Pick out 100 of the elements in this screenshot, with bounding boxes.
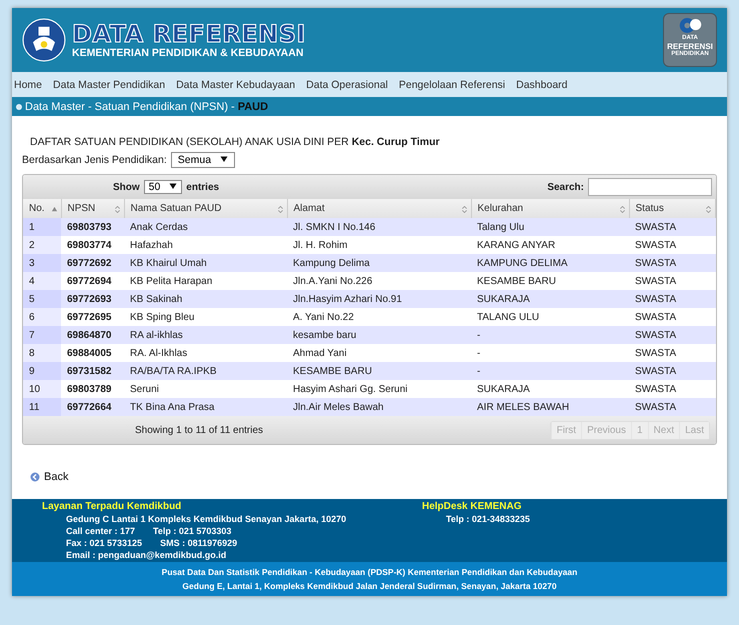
breadcrumb-current: PAUD <box>238 100 268 112</box>
caret-icon <box>220 155 228 163</box>
footer-text: Gedung E, Lantai 1, Kompleks Kemdikbud Jalan Jenderal Sudirman, Senayan, Jakarta 10270 <box>182 581 557 591</box>
footer-item: Email : pengaduan@kemdikbud.go.id <box>66 550 226 560</box>
length-label: entries <box>186 182 220 192</box>
table-cell: 69884005 <box>61 344 124 362</box>
nav-link[interactable]: Dashboard <box>516 78 568 90</box>
column-header[interactable]: Alamat <box>287 199 471 218</box>
column-header[interactable]: NPSN <box>61 199 124 218</box>
table-cell: 69803774 <box>61 236 124 254</box>
table-cell: 69772694 <box>61 272 124 290</box>
table-cell: 69864870 <box>61 326 124 344</box>
table-cell: TALANG ULU <box>471 308 629 326</box>
site-subtitle: KEMENTERIAN PENDIDIKAN & KEBUDAYAAN <box>72 47 304 59</box>
table-cell: Anak Cerdas <box>124 218 287 236</box>
footer-text: Pusat Data Dan Statistik Pendidikan - Kebudayaan (PDSP-K) Kementerian Pendidikan dan Kebudayaan <box>162 567 578 577</box>
table-cell: KB Sakinah <box>124 290 287 308</box>
table-cell: KESAMBE BARU <box>287 362 471 380</box>
table-cell: Jln.Air Meles Bawah <box>287 398 471 416</box>
footer-item: SMS : 0811976929 <box>160 538 238 548</box>
table-cell: 69772693 <box>61 290 124 308</box>
table-cell: KB Khairul Umah <box>124 254 287 272</box>
table-cell: KARANG ANYAR <box>471 236 629 254</box>
table-cell: KB Sping Bleu <box>124 308 287 326</box>
table-cell: RA/BA/TA RA.IPKB <box>124 362 287 380</box>
table-cell: SWASTA <box>629 326 716 344</box>
length-label: Show <box>113 182 140 192</box>
table-cell: SWASTA <box>629 308 716 326</box>
table-cell: 69803793 <box>61 218 124 236</box>
table-cell: Jl. SMKN I No.146 <box>287 218 471 236</box>
emblem-icon <box>22 18 66 62</box>
nav-link[interactable]: Data Operasional <box>306 78 388 90</box>
footer-item: Call center : 177 <box>66 526 136 536</box>
table-cell: SUKARAJA <box>471 290 629 308</box>
table-cell: Jln.A.Yani No.226 <box>287 272 471 290</box>
table-cell: 6 <box>23 308 61 326</box>
table-cell: 8 <box>23 344 61 362</box>
back-icon <box>30 472 40 482</box>
table-cell: SWASTA <box>629 344 716 362</box>
table-cell: 1 <box>23 218 61 236</box>
column-header[interactable]: Nama Satuan PAUD <box>124 199 287 218</box>
footer-title: Layanan Terpadu Kemdikbud <box>42 501 182 512</box>
table-cell: 7 <box>23 326 61 344</box>
table-cell: - <box>471 362 629 380</box>
table-cell: 69772692 <box>61 254 124 272</box>
table-cell: SWASTA <box>629 254 716 272</box>
column-header[interactable]: Status <box>629 199 716 218</box>
footer-title: HelpDesk KEMENAG <box>422 501 522 512</box>
table-cell: SWASTA <box>629 362 716 380</box>
column-header[interactable]: Kelurahan <box>471 199 629 218</box>
table-cell: 69803789 <box>61 380 124 398</box>
nav-link[interactable]: Data Master Kebudayaan <box>176 78 296 90</box>
table-cell: RA. Al-Ikhlas <box>124 344 287 362</box>
table-cell: KESAMBE BARU <box>471 272 629 290</box>
table-cell: RA al-ikhlas <box>124 326 287 344</box>
table-cell: SWASTA <box>629 380 716 398</box>
table-cell: SWASTA <box>629 272 716 290</box>
bullet-icon <box>16 104 22 110</box>
nav-link[interactable]: Pengelolaan Referensi <box>398 78 506 90</box>
table-cell: Hafazhah <box>124 236 287 254</box>
table-cell: TK Bina Ana Prasa <box>124 398 287 416</box>
caret-icon <box>169 182 178 190</box>
table-cell: KB Pelita Harapan <box>124 272 287 290</box>
table-cell: 5 <box>23 290 61 308</box>
back-link[interactable]: Back <box>44 471 68 483</box>
table-cell: 69772664 <box>61 398 124 416</box>
table-cell: SWASTA <box>629 218 716 236</box>
table-info: Showing 1 to 11 of 11 entries <box>135 424 264 436</box>
table-cell: SWASTA <box>629 398 716 416</box>
footer-item: Telp : 021-34833235 <box>446 514 530 524</box>
table-cell: Jl. H. Rohim <box>287 236 471 254</box>
search-field[interactable] <box>588 178 712 196</box>
table-cell: - <box>471 344 629 362</box>
table-cell: A. Yani No.22 <box>287 308 471 326</box>
footer-item: Gedung C Lantai 1 Kompleks Kemdikbud Senayan Jakarta, 10270 <box>66 514 346 524</box>
table-cell: 4 <box>23 272 61 290</box>
table-cell: 2 <box>23 236 61 254</box>
footer-item: Telp : 021 5703303 <box>153 526 232 536</box>
table-cell: Kampung Delima <box>287 254 471 272</box>
table-cell: 10 <box>23 380 61 398</box>
search-label: Search: <box>547 182 584 192</box>
table-cell: - <box>471 326 629 344</box>
nav-link[interactable]: Home <box>14 78 42 90</box>
nav-link[interactable]: Data Master Pendidikan <box>53 78 166 90</box>
table-cell: 69731582 <box>61 362 124 380</box>
breadcrumb-path: Data Master - Satuan Pendidikan (NPSN) - <box>25 100 235 112</box>
table-cell: Talang Ulu <box>471 218 629 236</box>
table-cell: AIR MELES BAWAH <box>471 398 629 416</box>
footer-item: Fax : 021 5733125 <box>66 538 142 548</box>
table-cell: 11 <box>23 398 61 416</box>
filter-label: Berdasarkan Jenis Pendidikan: <box>22 154 167 166</box>
table-cell: 9 <box>23 362 61 380</box>
column-header[interactable]: No. <box>23 199 61 218</box>
table-cell: Seruni <box>124 380 287 398</box>
table-cell: KAMPUNG DELIMA <box>471 254 629 272</box>
site-title: DATA REFERENSI <box>72 21 306 47</box>
type-dropdown[interactable]: Semua <box>170 152 235 168</box>
table-cell: 69772695 <box>61 308 124 326</box>
length-dropdown[interactable]: 50 <box>144 180 182 194</box>
table-cell: Hasyim Ashari Gg. Seruni <box>287 380 471 398</box>
